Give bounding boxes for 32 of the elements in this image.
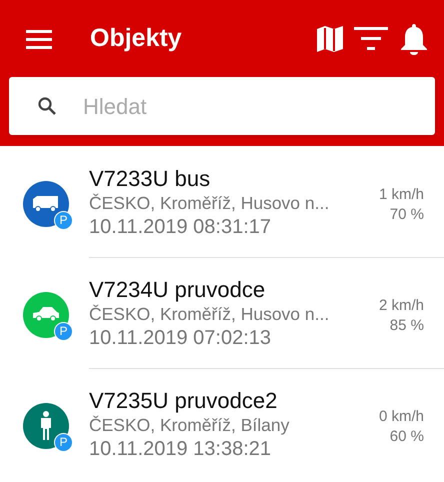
van-icon [32,196,60,212]
object-address: ČESKO, Kroměříž, Husovo n... [89,303,330,326]
object-time: 10.11.2019 07:02:13 [89,326,272,350]
search-icon [37,96,57,116]
parking-badge: P [54,210,73,230]
car-icon [32,306,60,322]
object-address: ČESKO, Kroměříž, Bílany [89,414,290,437]
object-name: V7234U pruvodce [89,276,266,303]
battery-percent: 60 % [390,427,424,447]
speed-value: 0 km/h [378,407,424,427]
bell-icon[interactable] [400,22,428,54]
search-field[interactable]: Hledat [83,90,435,122]
speed-value: 2 km/h [378,296,424,316]
object-address: ČESKO, Kroměříž, Husovo n... [89,192,330,214]
parking-badge: P [54,432,73,452]
search-bar[interactable]: Hledat [9,77,435,135]
app-title: Objekty [90,22,183,54]
battery-percent: 85 % [390,316,424,336]
map-icon[interactable] [316,24,344,52]
object-time: 10.11.2019 13:38:21 [89,437,272,461]
object-item[interactable]: P V7234U pruvodce ČESKO, Kroměříž, Husovo n... 10.11.2019 07:02:13 2 km/h 85 % [0,257,444,368]
filter-icon[interactable] [354,26,388,52]
person-icon [40,410,52,440]
object-item[interactable]: P V7233U bus ČESKO, Kroměříž, Husovo n... 10.11.2019 08:31:17 1 km/h 70 % [0,146,444,257]
parking-badge: P [54,322,73,340]
object-name: V7233U bus [89,164,212,192]
battery-percent: 70 % [390,204,424,224]
object-name: V7235U pruvodce2 [89,387,278,414]
menu-icon[interactable] [26,28,52,48]
speed-value: 1 km/h [378,184,424,204]
object-item[interactable]: P V7235U pruvodce2 ČESKO, Kroměříž, Bílany 10.11.2019 13:38:21 0 km/h 60 % [0,368,444,479]
object-time: 10.11.2019 08:31:17 [89,214,272,238]
